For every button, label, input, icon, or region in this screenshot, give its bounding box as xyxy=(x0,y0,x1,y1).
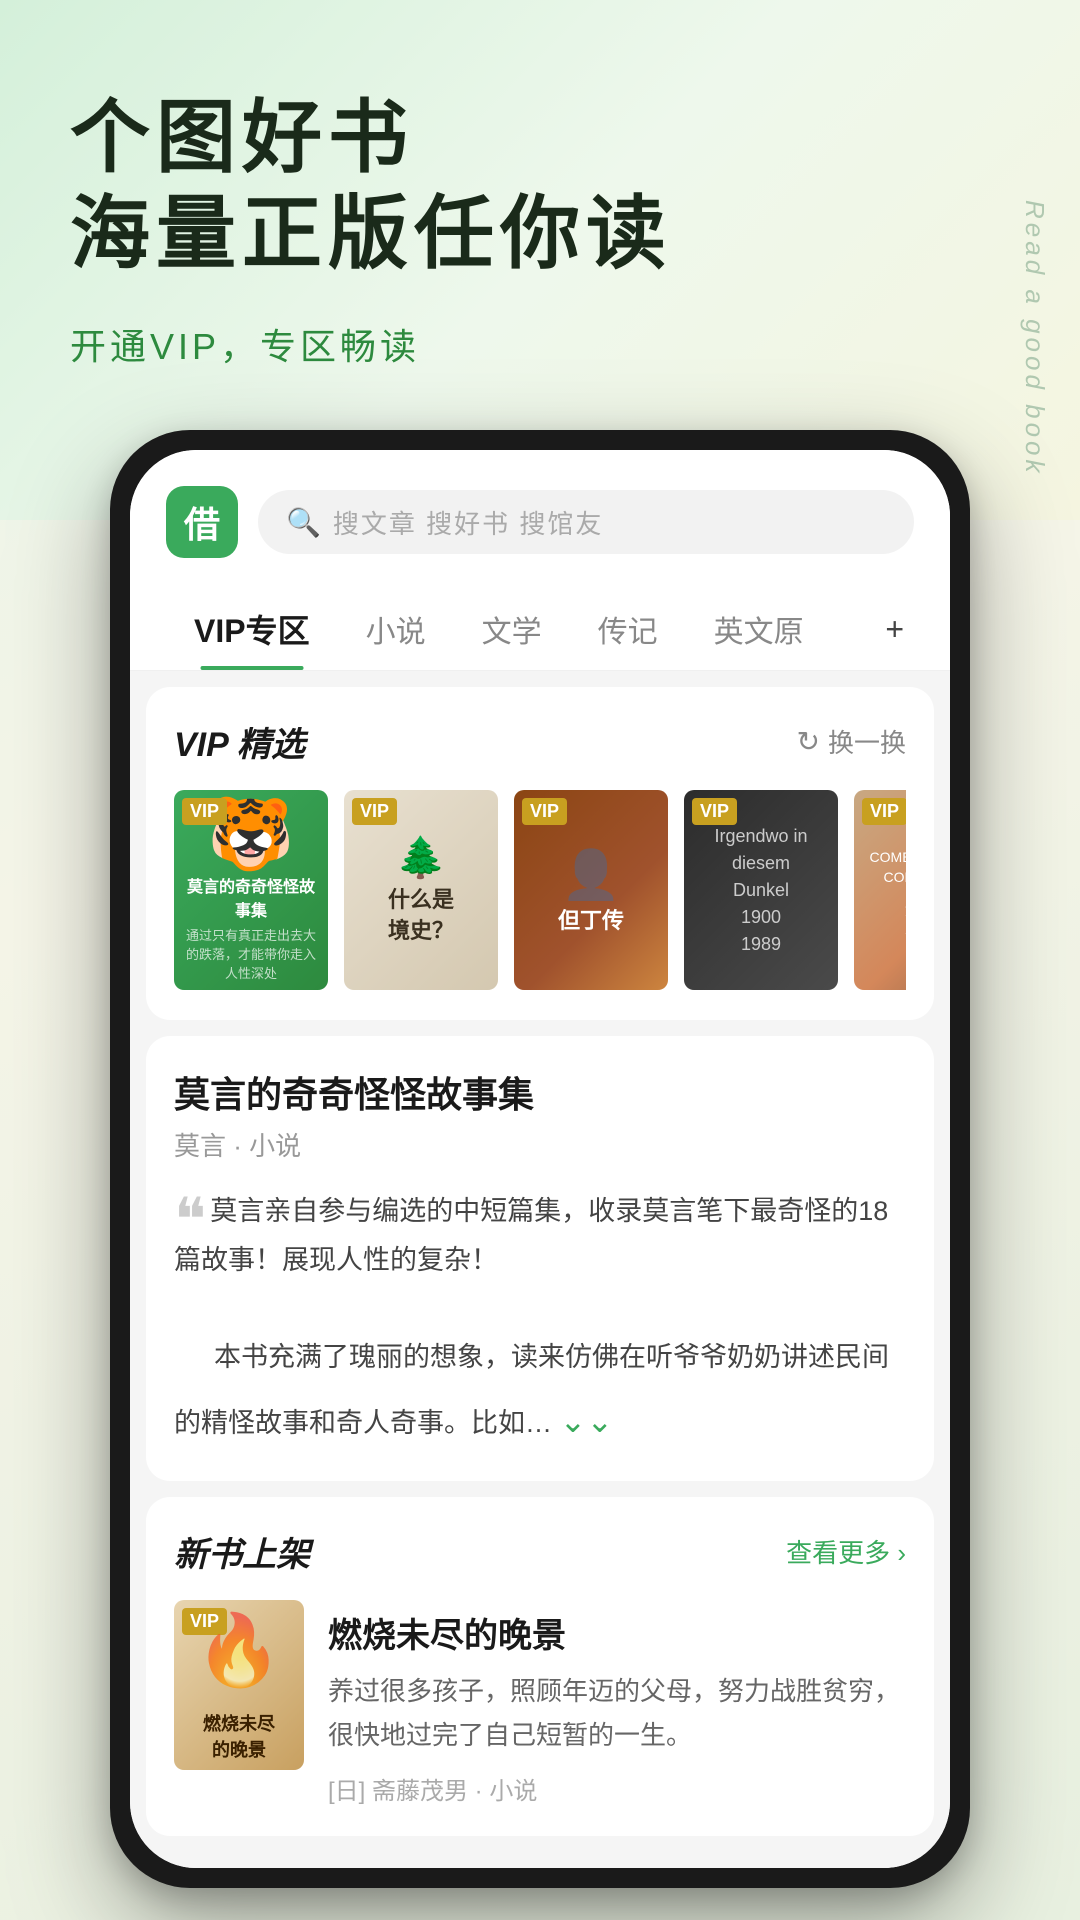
new-book-title-on-cover: 燃烧未尽的晚景 xyxy=(203,1710,275,1762)
featured-book-title: 莫言的奇奇怪怪故事集 xyxy=(174,1066,906,1118)
vip-badge-1: VIP xyxy=(182,798,227,825)
tab-vip[interactable]: VIP专区 xyxy=(166,588,338,670)
new-book-cover-1: VIP 🔥 燃烧未尽的晚景 xyxy=(174,1600,304,1770)
vip-badge-2: VIP xyxy=(352,798,397,825)
book-cover-3[interactable]: VIP 👤 但丁传 xyxy=(514,790,668,990)
tab-novel[interactable]: 小说 xyxy=(338,589,454,669)
refresh-button[interactable]: ↻ 换一换 xyxy=(797,723,906,760)
new-book-info-1: 燃烧未尽的晚景 养过很多孩子，照顾年迈的父母，努力战胜贫穷，很快地过完了自己短暂… xyxy=(328,1600,906,1806)
vip-section: VIP 精选 ↻ 换一换 VIP 🐯 莫言的奇奇怪怪故事集 xyxy=(146,687,934,1020)
new-book-desc-1: 养过很多孩子，照顾年迈的父母，努力战胜贫穷，很快地过完了自己短暂的一生。 xyxy=(328,1669,906,1757)
book3-content: 👤 但丁传 xyxy=(558,790,624,990)
featured-book-desc2: 本书充满了瑰丽的想象，读来仿佛在听爷爷奶奶讲述民间的精怪故事和奇人奇事。比如… xyxy=(174,1342,889,1439)
search-icon: 🔍 xyxy=(286,506,321,539)
new-book-fire-emoji: 🔥 xyxy=(195,1610,282,1692)
new-book-title-1: 燃烧未尽的晚景 xyxy=(328,1608,906,1657)
app-logo-text: 借 xyxy=(184,496,220,548)
vip-books-row: VIP 🐯 莫言的奇奇怪怪故事集 通过只有真正走出去大的跌落，才能带你走入人性深… xyxy=(174,790,906,990)
hero-section: 个图好书 海量正版任你读 开通VIP，专区畅读 xyxy=(0,0,1080,370)
app-header: 借 🔍 搜文章 搜好书 搜馆友 xyxy=(130,450,950,578)
book3-title: 但丁传 xyxy=(558,903,624,935)
new-book-author-1: [日] 斋藤茂男 · 小说 xyxy=(328,1771,906,1806)
view-more-link[interactable]: 查看更多 › xyxy=(786,1533,906,1570)
book5-title-cn: 如何带着三文旅行 xyxy=(905,900,906,938)
tab-english[interactable]: 英文原 xyxy=(686,589,832,669)
expand-button[interactable]: ⌄⌄ xyxy=(560,1393,614,1451)
hero-subtitle: 开通VIP，专区畅读 xyxy=(70,318,1010,370)
app-content: VIP 精选 ↻ 换一换 VIP 🐯 莫言的奇奇怪怪故事集 xyxy=(130,671,950,1868)
search-placeholder-text: 搜文章 搜好书 搜馆友 xyxy=(333,504,603,541)
book-cover-2[interactable]: VIP 🌲 什么是境史？ xyxy=(344,790,498,990)
new-books-header: 新书上架 查看更多 › xyxy=(174,1527,906,1576)
new-book-item-1[interactable]: VIP 🔥 燃烧未尽的晚景 燃烧未尽的晚景 养过很多孩子，照顾年迈的父母，努力战… xyxy=(174,1600,906,1806)
featured-book-desc: ❝莫言亲自参与编选的中短篇集，收录莫言笔下最奇怪的18篇故事！展现人性的复杂！ … xyxy=(174,1187,906,1451)
book-cover-1[interactable]: VIP 🐯 莫言的奇奇怪怪故事集 通过只有真正走出去大的跌落，才能带你走入人性深… xyxy=(174,790,328,990)
phone-inner-screen: 借 🔍 搜文章 搜好书 搜馆友 VIP专区 小说 文学 传记 英文原 + xyxy=(130,450,950,1868)
book3-portrait: 👤 xyxy=(561,846,621,903)
tab-literature[interactable]: 文学 xyxy=(454,589,570,669)
featured-book-author: 莫言 · 小说 xyxy=(174,1126,906,1163)
refresh-icon: ↻ xyxy=(797,725,820,758)
book2-tree-emoji: 🌲 xyxy=(396,834,446,881)
quote-mark-icon: ❝ xyxy=(174,1186,206,1253)
book1-subtitle: 通过只有真正走出去大的跌落，才能带你走入人性深处 xyxy=(182,925,320,982)
book5-title-en: COME VIAGGIARE CON UN SALE xyxy=(862,842,906,893)
tab-biography[interactable]: 传记 xyxy=(570,589,686,669)
book2-title: 什么是境史？ xyxy=(388,885,454,947)
nav-more-button[interactable]: + xyxy=(875,593,914,666)
book-cover-5[interactable]: VIP COME VIAGGIARE CON UN SALE 如何带着三文旅行 xyxy=(854,790,906,990)
vip-badge-5: VIP xyxy=(862,798,906,825)
new-books-section: 新书上架 查看更多 › VIP 🔥 燃烧未尽的晚景 燃烧未尽的晚景 养过很多孩子… xyxy=(146,1497,934,1836)
app-logo[interactable]: 借 xyxy=(166,486,238,558)
phone-outer-frame: 借 🔍 搜文章 搜好书 搜馆友 VIP专区 小说 文学 传记 英文原 + xyxy=(110,430,970,1888)
search-bar[interactable]: 🔍 搜文章 搜好书 搜馆友 xyxy=(258,490,914,554)
book-cover-4[interactable]: VIP Irgendwo in diesem Dunkel19001989 xyxy=(684,790,838,990)
vip-section-header: VIP 精选 ↻ 换一换 xyxy=(174,717,906,766)
vip-badge-3: VIP xyxy=(522,798,567,825)
nav-tabs: VIP专区 小说 文学 传记 英文原 + xyxy=(130,578,950,671)
refresh-label: 换一换 xyxy=(828,723,906,760)
book1-title-overlay: 莫言的奇奇怪怪故事集 xyxy=(182,873,320,921)
hero-title: 个图好书 海量正版任你读 xyxy=(70,90,1010,282)
book4-title: Irgendwo in diesem Dunkel19001989 xyxy=(694,813,828,968)
phone-mockup: 借 🔍 搜文章 搜好书 搜馆友 VIP专区 小说 文学 传记 英文原 + xyxy=(110,430,970,1888)
vip-badge-4: VIP xyxy=(692,798,737,825)
new-books-title: 新书上架 xyxy=(174,1527,310,1576)
featured-book-section: 莫言的奇奇怪怪故事集 莫言 · 小说 ❝莫言亲自参与编选的中短篇集，收录莫言笔下… xyxy=(146,1036,934,1481)
vip-section-title: VIP 精选 xyxy=(174,717,305,766)
